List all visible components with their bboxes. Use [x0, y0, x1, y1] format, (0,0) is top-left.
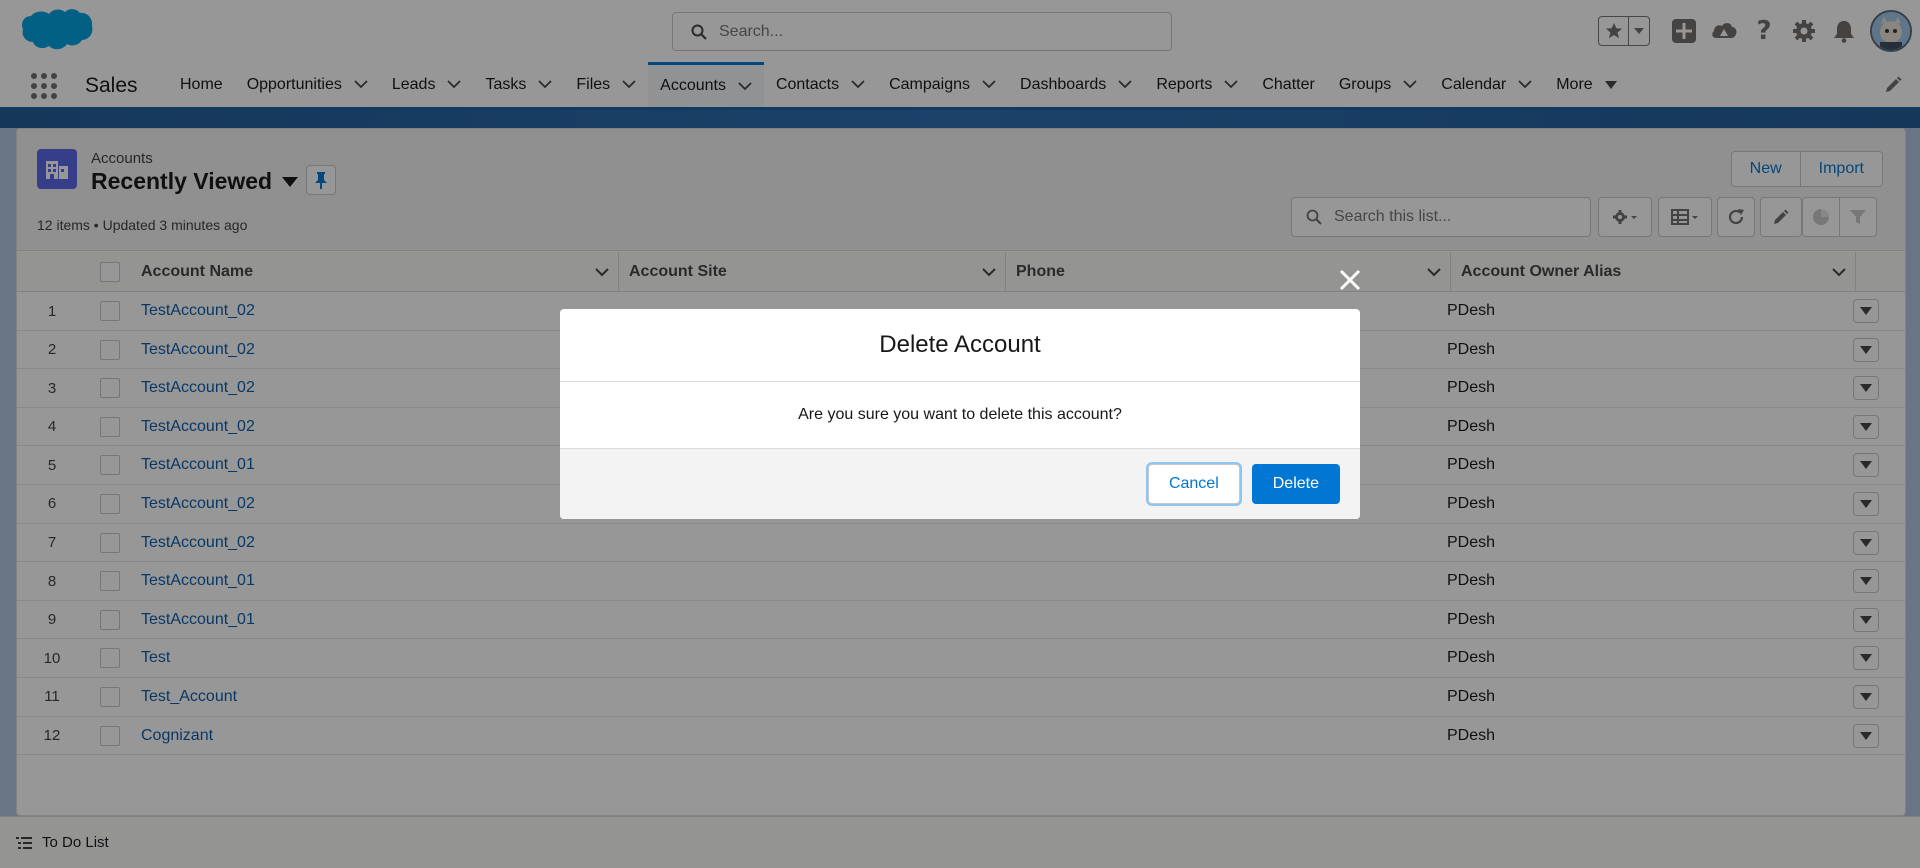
modal-message: Are you sure you want to delete this acc… [798, 406, 1122, 423]
modal-title: Delete Account [560, 309, 1360, 382]
cancel-button[interactable]: Cancel [1147, 464, 1240, 504]
delete-account-modal: Delete Account Are you sure you want to … [560, 309, 1360, 519]
close-modal-icon[interactable] [1336, 266, 1364, 294]
modal-footer: Cancel Delete [560, 448, 1360, 519]
delete-button[interactable]: Delete [1251, 464, 1340, 504]
